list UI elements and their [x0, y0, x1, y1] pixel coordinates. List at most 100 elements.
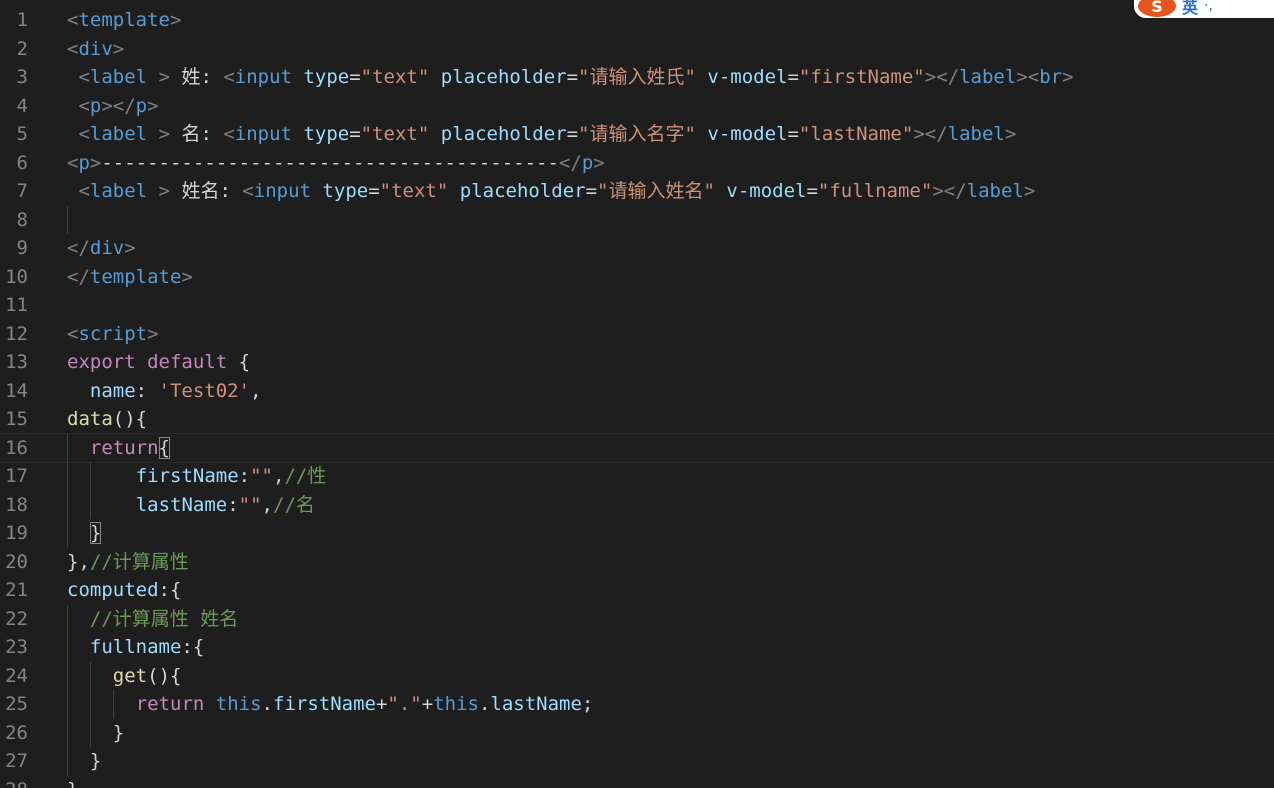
line-code[interactable]: <script>: [67, 320, 159, 349]
token: :: [227, 493, 239, 516]
code-line[interactable]: 20},//计算属性: [0, 548, 1274, 577]
line-code[interactable]: firstName:"",//性: [136, 462, 327, 491]
token: label: [947, 123, 1005, 145]
code-line[interactable]: 8: [0, 205, 1274, 234]
code-line[interactable]: 27}: [0, 747, 1274, 776]
line-code[interactable]: <label > 名: <input type="text" placehold…: [78, 120, 1016, 149]
line-code[interactable]: },: [67, 776, 90, 788]
line-code[interactable]: <label > 姓: <input type="text" placehold…: [78, 63, 1073, 92]
line-code[interactable]: <p></p>: [78, 92, 158, 121]
line-number: 11: [5, 294, 28, 316]
indent-guide: [89, 690, 91, 719]
line-code[interactable]: fullname:{: [90, 633, 204, 662]
token: template: [78, 9, 170, 31]
code-line[interactable]: 6 <p>------------------------------------…: [0, 149, 1274, 178]
indent-guide: [112, 690, 114, 719]
token: .: [478, 693, 491, 715]
line-code[interactable]: <label > 姓名: <input type="text" placehol…: [78, 177, 1035, 206]
token: //计算属性 姓名: [89, 607, 239, 630]
line-number: 6: [16, 151, 28, 174]
code-line[interactable]: 10 </template>: [0, 263, 1274, 292]
line-code[interactable]: }: [90, 747, 101, 776]
line-code[interactable]: return{: [90, 434, 170, 463]
line-code[interactable]: </template>: [67, 263, 193, 292]
token: ></: [101, 94, 136, 117]
code-line[interactable]: 3 <label > 姓: <input type="text" placehol…: [0, 63, 1274, 92]
line-number: 21: [5, 579, 28, 601]
token: p: [78, 151, 90, 174]
token: =: [566, 66, 579, 88]
code-line[interactable]: 25 return this.firstName+"."+this.lastNam…: [0, 690, 1274, 719]
line-code[interactable]: get(){: [113, 662, 182, 691]
line-number: 16: [5, 436, 28, 459]
line-code[interactable]: lastName:"",//名: [136, 491, 315, 520]
ime-punctuation-mode[interactable]: ·,: [1204, 0, 1213, 14]
code-line[interactable]: 24 get(){: [0, 661, 1274, 691]
token: =: [787, 123, 799, 145]
line-code[interactable]: export default {: [67, 348, 250, 377]
code-editor[interactable]: 1 <template> 2 <div> 3 <label > 姓: <input typ…: [0, 0, 1274, 788]
code-line[interactable]: 12 <script>: [0, 320, 1274, 349]
code-line[interactable]: 13 export default {: [0, 348, 1274, 377]
line-code[interactable]: computed:{: [67, 576, 181, 605]
indent-guide: [67, 490, 68, 519]
code-line[interactable]: 18 lastName:"",//名: [0, 490, 1274, 520]
code-line[interactable]: 21 computed:{: [0, 576, 1274, 605]
code-line[interactable]: 26}: [0, 718, 1274, 748]
token: input: [234, 123, 292, 145]
code-line[interactable]: 1 <template>: [0, 6, 1274, 35]
token: (){: [147, 664, 182, 687]
line-code[interactable]: <template>: [67, 6, 181, 35]
line-code[interactable]: }: [89, 519, 102, 548]
token: label: [89, 66, 148, 88]
token: .: [261, 693, 273, 715]
line-code[interactable]: <p>-------------------------------------…: [67, 149, 605, 178]
line-code[interactable]: </div>: [67, 234, 136, 263]
code-line[interactable]: 14 name: 'Test02',: [0, 377, 1274, 406]
ime-status-bar[interactable]: S 英 ·,: [1134, 0, 1274, 18]
token: type: [303, 66, 350, 88]
token: v-model: [726, 180, 807, 202]
token: return: [135, 693, 205, 715]
token: "请输入名字": [578, 123, 696, 145]
token: "text": [379, 180, 449, 202]
code-line[interactable]: 28},: [0, 776, 1274, 788]
line-code[interactable]: //计算属性 姓名: [90, 605, 238, 634]
code-line[interactable]: 23 fullname:{: [0, 633, 1274, 662]
token: </: [67, 237, 90, 259]
code-line[interactable]: 19}: [0, 519, 1274, 548]
line-code[interactable]: },//计算属性: [67, 548, 189, 577]
token: >: [1062, 66, 1074, 88]
token: this: [215, 693, 262, 715]
code-line[interactable]: 9 </div>: [0, 234, 1274, 263]
token: <: [223, 123, 235, 145]
indent-guide: [89, 462, 91, 491]
token: input: [253, 180, 311, 202]
code-line[interactable]: 4 <p></p>: [0, 92, 1274, 121]
code-line[interactable]: 7 <label > 姓名: <input type="text" placeho…: [0, 177, 1274, 206]
token: =: [349, 66, 361, 88]
token: >: [158, 180, 170, 202]
token: 'Test02': [158, 379, 251, 402]
token: <: [67, 322, 79, 345]
line-code[interactable]: }: [113, 719, 124, 748]
code-lines[interactable]: 1 <template> 2 <div> 3 <label > 姓: <input typ…: [0, 6, 1274, 788]
token: <: [78, 66, 90, 88]
code-line[interactable]: 2 <div>: [0, 35, 1274, 64]
line-code[interactable]: data(){: [67, 405, 147, 434]
line-code[interactable]: name: 'Test02',: [90, 377, 262, 406]
token: "firstName": [798, 66, 925, 88]
code-line[interactable]: 15 data(){: [0, 405, 1274, 434]
indent-guide: [67, 747, 68, 776]
code-line[interactable]: 17 firstName:"",//性: [0, 462, 1274, 491]
code-line[interactable]: 5 <label > 名: <input type="text" placehol…: [0, 120, 1274, 149]
token: return: [89, 436, 159, 459]
code-line[interactable]: 11: [0, 291, 1274, 320]
code-line[interactable]: 22 //计算属性 姓名: [0, 604, 1274, 634]
code-line[interactable]: 16 return{: [0, 432, 1274, 463]
line-code[interactable]: <div>: [67, 35, 124, 64]
ime-language-mode[interactable]: 英: [1182, 0, 1198, 18]
line-code[interactable]: return this.firstName+"."+this.lastName;: [136, 690, 594, 719]
